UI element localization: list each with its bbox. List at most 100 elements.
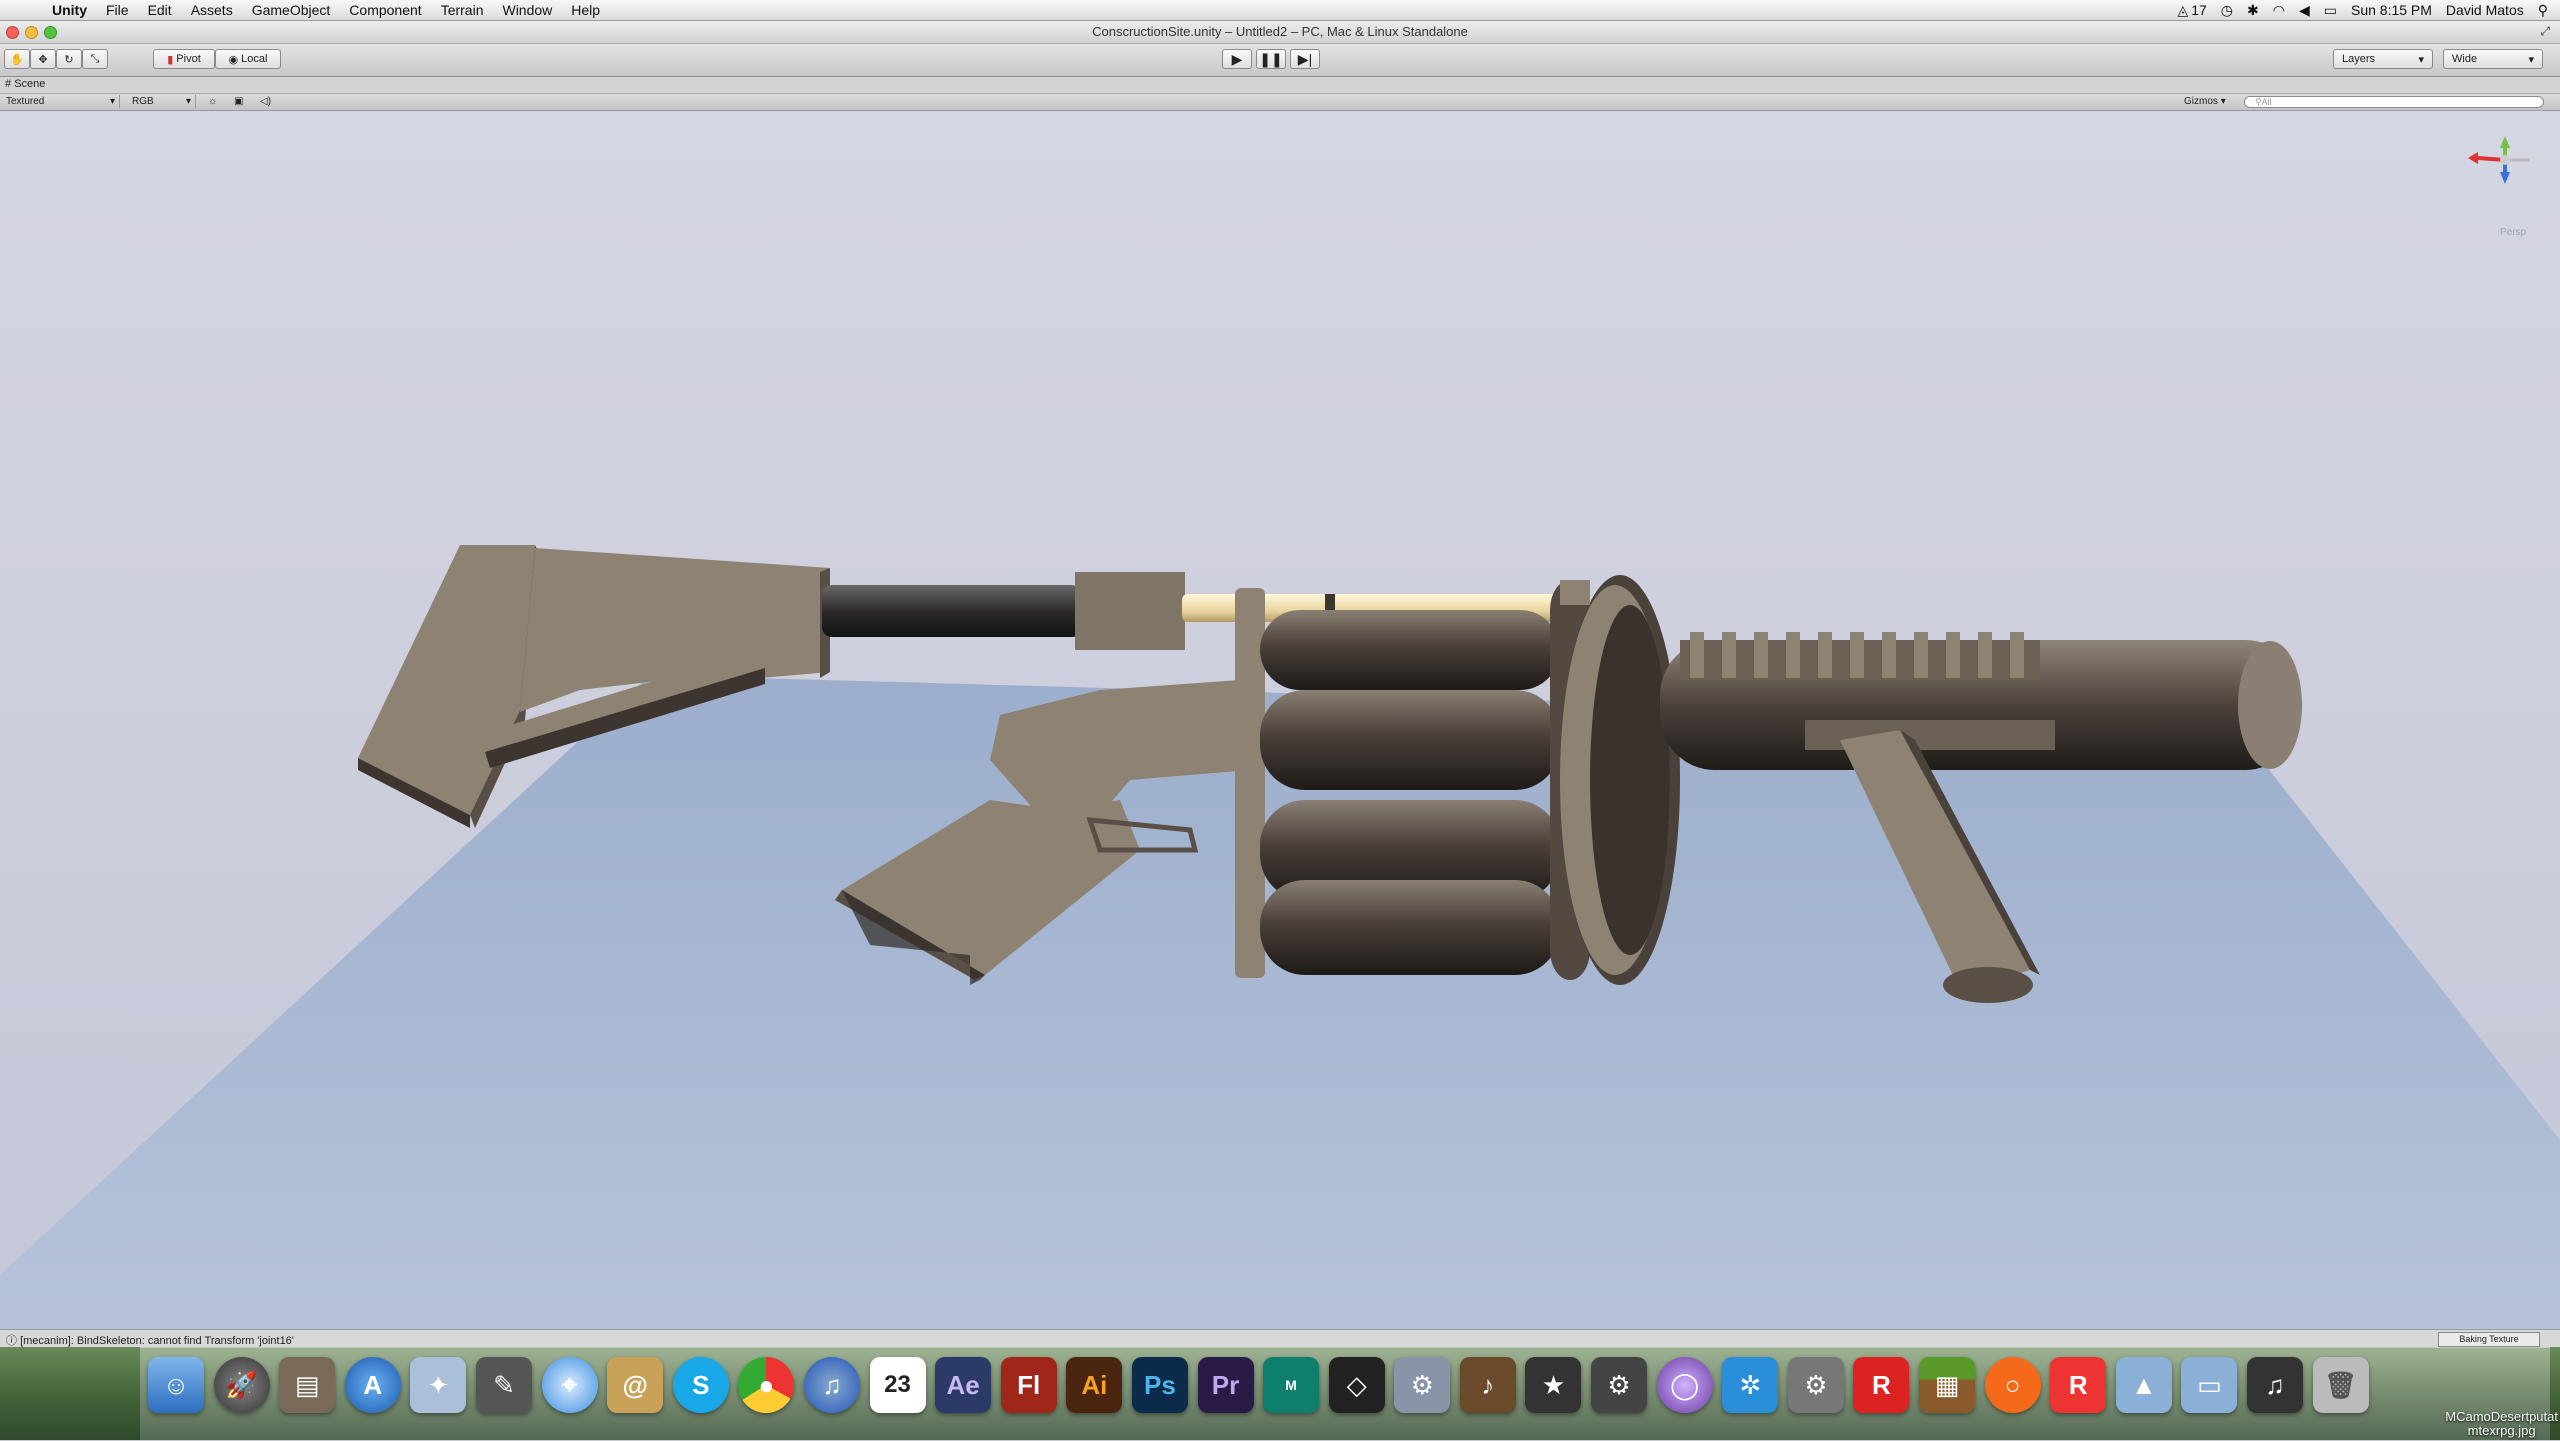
unity-icon[interactable]: ◇ — [1328, 1357, 1385, 1413]
user-name[interactable]: David Matos — [2446, 2, 2524, 18]
sun-icon: ☼ — [208, 96, 218, 107]
box-icon[interactable]: ✲ — [1722, 1357, 1779, 1413]
chevron-down-icon: ▾ — [109, 96, 115, 107]
scene-search-input[interactable]: ⚲All — [2244, 96, 2544, 108]
contacts-icon[interactable]: @ — [607, 1357, 664, 1413]
render-mode-dropdown[interactable]: Textured ▾ — [2, 95, 120, 108]
play-button[interactable]: ▶ — [1222, 49, 1252, 69]
preferences-icon[interactable]: ⚙ — [1394, 1357, 1451, 1413]
apple-icon[interactable] — [16, 1, 32, 18]
dock-icons: ☺ 🚀 ▤ A ✦ ✎ ⌖ @ S ● ♫ 23 Ae Fl Ai Ps Pr … — [148, 1357, 2378, 1413]
tab-scene[interactable]: # Scene — [5, 78, 45, 90]
scale-tool-button[interactable]: ⤡ — [82, 49, 108, 69]
menu-help[interactable]: Help — [571, 0, 600, 20]
search-placeholder: All — [2261, 97, 2272, 107]
console-message[interactable]: ⓘ [mecanim]: BindSkeleton: cannot find T… — [6, 1332, 294, 1348]
itunes-icon[interactable]: ♫ — [803, 1357, 860, 1413]
adobe-count: 17 — [2191, 2, 2207, 18]
color-mode-dropdown[interactable]: RGB ▾ — [128, 95, 196, 108]
spotlight-icon[interactable]: ⚲ — [2538, 2, 2548, 19]
pause-button[interactable]: ❚❚ — [1256, 49, 1286, 69]
gun-cylinder — [1235, 575, 1680, 985]
bluetooth-icon[interactable]: ✱ — [2247, 2, 2259, 19]
skybox-toggle[interactable]: ▣ — [230, 95, 250, 108]
hand-icon: ✋ — [10, 53, 24, 66]
menu-terrain[interactable]: Terrain — [441, 0, 484, 20]
launchpad-icon[interactable]: 🚀 — [213, 1357, 270, 1413]
applications-folder-icon[interactable]: ▲ — [2115, 1357, 2172, 1413]
pivot-toggle[interactable]: ▮ Pivot — [153, 49, 215, 69]
chrome-icon[interactable]: ● — [738, 1357, 795, 1413]
steam-icon[interactable]: ⚙ — [1591, 1357, 1648, 1413]
scene-viewport[interactable]: Persp — [0, 111, 2560, 1329]
finder-icon[interactable]: ☺ — [148, 1357, 204, 1413]
after-effects-icon[interactable]: Ae — [935, 1357, 992, 1413]
rotate-icon: ↻ — [64, 53, 74, 66]
local-icon: ◉ — [228, 53, 239, 66]
documents-folder-icon[interactable]: ▭ — [2181, 1357, 2238, 1413]
layers-dropdown[interactable]: Layers ▾ — [2333, 49, 2433, 69]
audio-toggle[interactable]: ◁) — [256, 95, 276, 108]
scene-tab-label: Scene — [14, 78, 46, 90]
persp-label: Persp — [2500, 227, 2527, 238]
local-toggle[interactable]: ◉ Local — [215, 49, 281, 69]
image-icon: ▣ — [234, 96, 244, 107]
scale-icon: ⤡ — [90, 52, 100, 65]
time-machine-icon[interactable]: ◷ — [2221, 2, 2233, 19]
fullscreen-icon[interactable]: ⤢ — [2540, 24, 2550, 39]
menu-app-name[interactable]: Unity — [52, 0, 87, 20]
system-prefs-icon[interactable]: ⚙ — [1787, 1357, 1844, 1413]
menu-gameobject[interactable]: GameObject — [252, 0, 331, 20]
minecraft-icon[interactable]: ▦ — [1919, 1357, 1976, 1413]
garageband-icon[interactable]: ♪ — [1459, 1357, 1516, 1413]
adobe-icon[interactable]: ◬ — [2177, 2, 2188, 19]
gizmos-dropdown[interactable]: Gizmos ▾ — [2180, 95, 2230, 108]
scene-options-bar: Textured ▾ RGB ▾ ☼ ▣ ◁) Gizmos ▾ ⚲All — [0, 94, 2560, 111]
flash-icon[interactable]: Fl — [1000, 1357, 1057, 1413]
premiere-icon[interactable]: Pr — [1197, 1357, 1254, 1413]
step-button[interactable]: ▶| — [1290, 49, 1320, 69]
imovie-icon[interactable]: ★ — [1525, 1357, 1582, 1413]
hand-tool-button[interactable]: ✋ — [4, 49, 30, 69]
color-mode-label: RGB — [132, 96, 154, 107]
layout-dropdown[interactable]: Wide ▾ — [2443, 49, 2543, 69]
sphere-icon[interactable]: ◯ — [1656, 1357, 1713, 1413]
origin-icon[interactable]: ○ — [1984, 1357, 2041, 1413]
battery-icon[interactable]: ▭ — [2324, 2, 2337, 19]
photoshop-icon[interactable]: Ps — [1131, 1357, 1188, 1413]
maya-icon[interactable]: M — [1263, 1357, 1320, 1413]
pivot-label: Pivot — [176, 53, 201, 65]
rotate-tool-button[interactable]: ↻ — [56, 49, 82, 69]
menu-component[interactable]: Component — [349, 0, 421, 20]
music-icon[interactable]: ♫ — [2247, 1357, 2303, 1413]
layout-label: Wide — [2452, 53, 2478, 65]
roblox-icon[interactable]: R — [1853, 1357, 1910, 1413]
move-tool-button[interactable]: ✥ — [30, 49, 56, 69]
chevron-down-icon: ▾ — [2418, 53, 2424, 66]
lighting-toggle[interactable]: ☼ — [204, 95, 224, 108]
baking-progress: Baking Texture — [2438, 1332, 2540, 1347]
safari-icon[interactable]: ⌖ — [541, 1357, 598, 1413]
step-icon: ▶| — [1297, 50, 1313, 67]
skype-icon[interactable]: S — [672, 1357, 729, 1413]
menu-edit[interactable]: Edit — [148, 0, 172, 20]
mac-dock: ☺ 🚀 ▤ A ✦ ✎ ⌖ @ S ● ♫ 23 Ae Fl Ai Ps Pr … — [0, 1347, 2560, 1441]
app-store-icon[interactable]: A — [344, 1357, 401, 1413]
illustrator-icon[interactable]: Ai — [1066, 1357, 1123, 1413]
gun-receiver-tube — [822, 585, 1082, 637]
chevron-down-icon: ▾ — [185, 96, 191, 107]
chevron-down-icon: ▾ — [2528, 53, 2534, 66]
roblox-studio-icon[interactable]: R — [2050, 1357, 2107, 1413]
volume-icon[interactable]: ◀ — [2299, 2, 2310, 19]
clock[interactable]: Sun 8:15 PM — [2351, 2, 2432, 18]
menu-file[interactable]: File — [106, 0, 129, 20]
local-label: Local — [241, 53, 268, 65]
photo-booth-icon[interactable]: ▤ — [279, 1357, 336, 1413]
wifi-icon[interactable]: ◠ — [2273, 2, 2285, 19]
trash-icon[interactable]: 🗑 — [2312, 1357, 2369, 1413]
menu-assets[interactable]: Assets — [191, 0, 233, 20]
menu-window[interactable]: Window — [502, 0, 552, 20]
pencil-icon[interactable]: ✎ — [475, 1357, 532, 1413]
calendar-icon[interactable]: 23 — [869, 1357, 926, 1413]
preview-icon[interactable]: ✦ — [410, 1357, 467, 1413]
